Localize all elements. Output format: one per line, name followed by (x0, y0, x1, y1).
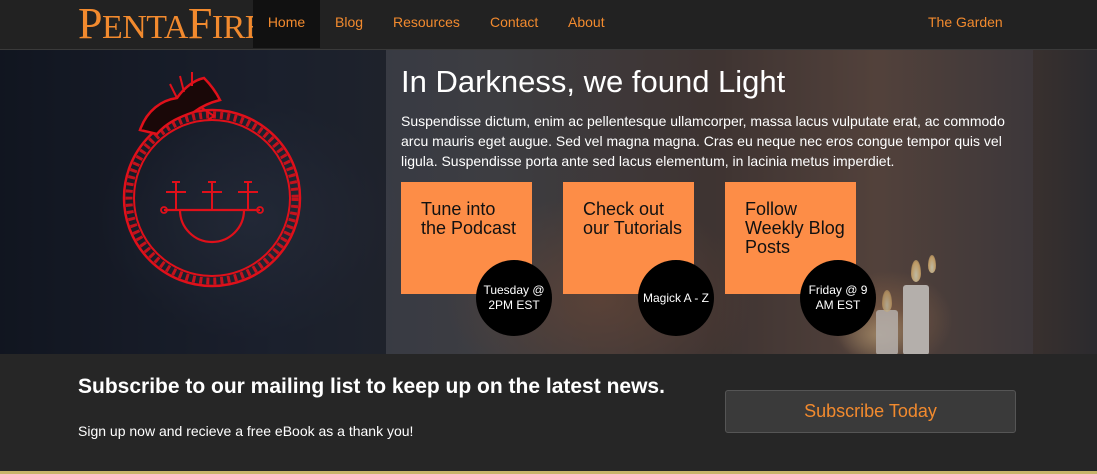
subscribe-section: Subscribe to our mailing list to keep up… (0, 354, 1097, 474)
nav-item-resources[interactable]: Resources (393, 0, 460, 48)
hero-section: In Darkness, we found Light Suspendisse … (0, 50, 1097, 354)
card-badge-schedule: Tuesday @ 2PM EST (476, 260, 552, 336)
card-badge-schedule: Friday @ 9 AM EST (800, 260, 876, 336)
nav-item-the-garden[interactable]: The Garden (928, 0, 1003, 48)
nav-item-home[interactable]: Home (253, 0, 320, 48)
nav-item-contact[interactable]: Contact (490, 0, 538, 48)
card-badge-schedule: Magick A - Z (638, 260, 714, 336)
nav-item-blog[interactable]: Blog (335, 0, 363, 48)
subscribe-description: Sign up now and recieve a free eBook as … (78, 423, 414, 439)
brand-logo[interactable]: PENTAFIRE (78, 1, 266, 47)
card-label: Tune into the Podcast (421, 199, 517, 238)
subscribe-button[interactable]: Subscribe Today (725, 390, 1016, 433)
nav-item-about[interactable]: About (568, 0, 605, 48)
card-label: Check out our Tutorials (583, 199, 683, 238)
ouroboros-sigil-icon (122, 72, 302, 288)
subscribe-heading: Subscribe to our mailing list to keep up… (78, 375, 665, 398)
hero-description: Suspendisse dictum, enim ac pellentesque… (401, 113, 1005, 169)
hero-title: In Darkness, we found Light (401, 64, 786, 99)
card-label: Follow Weekly Blog Posts (745, 199, 845, 257)
top-navbar: PENTAFIRE Home Blog Resources Contact Ab… (0, 0, 1097, 50)
